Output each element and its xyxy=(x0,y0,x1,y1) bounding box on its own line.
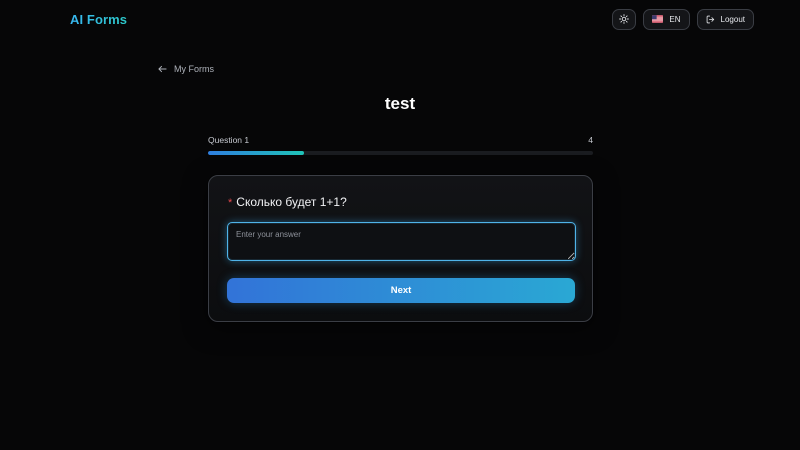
header-actions: EN Logout xyxy=(612,8,754,30)
answer-input[interactable] xyxy=(227,222,576,261)
question-text: Сколько будет 1+1? xyxy=(236,195,347,209)
next-button[interactable]: Next xyxy=(227,278,575,303)
us-flag-icon xyxy=(652,15,664,23)
list-icon xyxy=(46,13,62,25)
question-card: * Сколько будет 1+1? Next xyxy=(208,175,593,322)
progress-labels: Question 1 4 xyxy=(208,135,593,145)
sun-icon xyxy=(619,14,630,24)
logout-label: Logout xyxy=(720,14,745,24)
logout-icon xyxy=(706,15,714,23)
progress-track xyxy=(208,151,593,155)
language-label: EN xyxy=(669,14,681,24)
theme-toggle-button[interactable] xyxy=(612,8,637,30)
arrow-left-icon xyxy=(158,65,167,73)
progress-section: Question 1 4 xyxy=(208,135,593,155)
language-select-button[interactable]: EN xyxy=(643,8,690,30)
brand-logo-link[interactable]: AI Forms xyxy=(46,12,127,27)
question-heading: * Сколько будет 1+1? xyxy=(228,195,574,209)
back-link-label: My Forms xyxy=(174,64,214,74)
total-questions-count: 4 xyxy=(588,135,593,145)
logout-button[interactable]: Logout xyxy=(696,8,754,30)
current-question-label: Question 1 xyxy=(208,135,250,145)
brand-name: AI Forms xyxy=(70,11,128,27)
form-title: test xyxy=(384,94,416,113)
required-marker: * xyxy=(228,197,233,209)
progress-fill xyxy=(208,151,305,155)
top-header: AI Forms EN Logout xyxy=(0,0,800,38)
back-to-my-forms-link[interactable]: My Forms xyxy=(158,64,214,74)
